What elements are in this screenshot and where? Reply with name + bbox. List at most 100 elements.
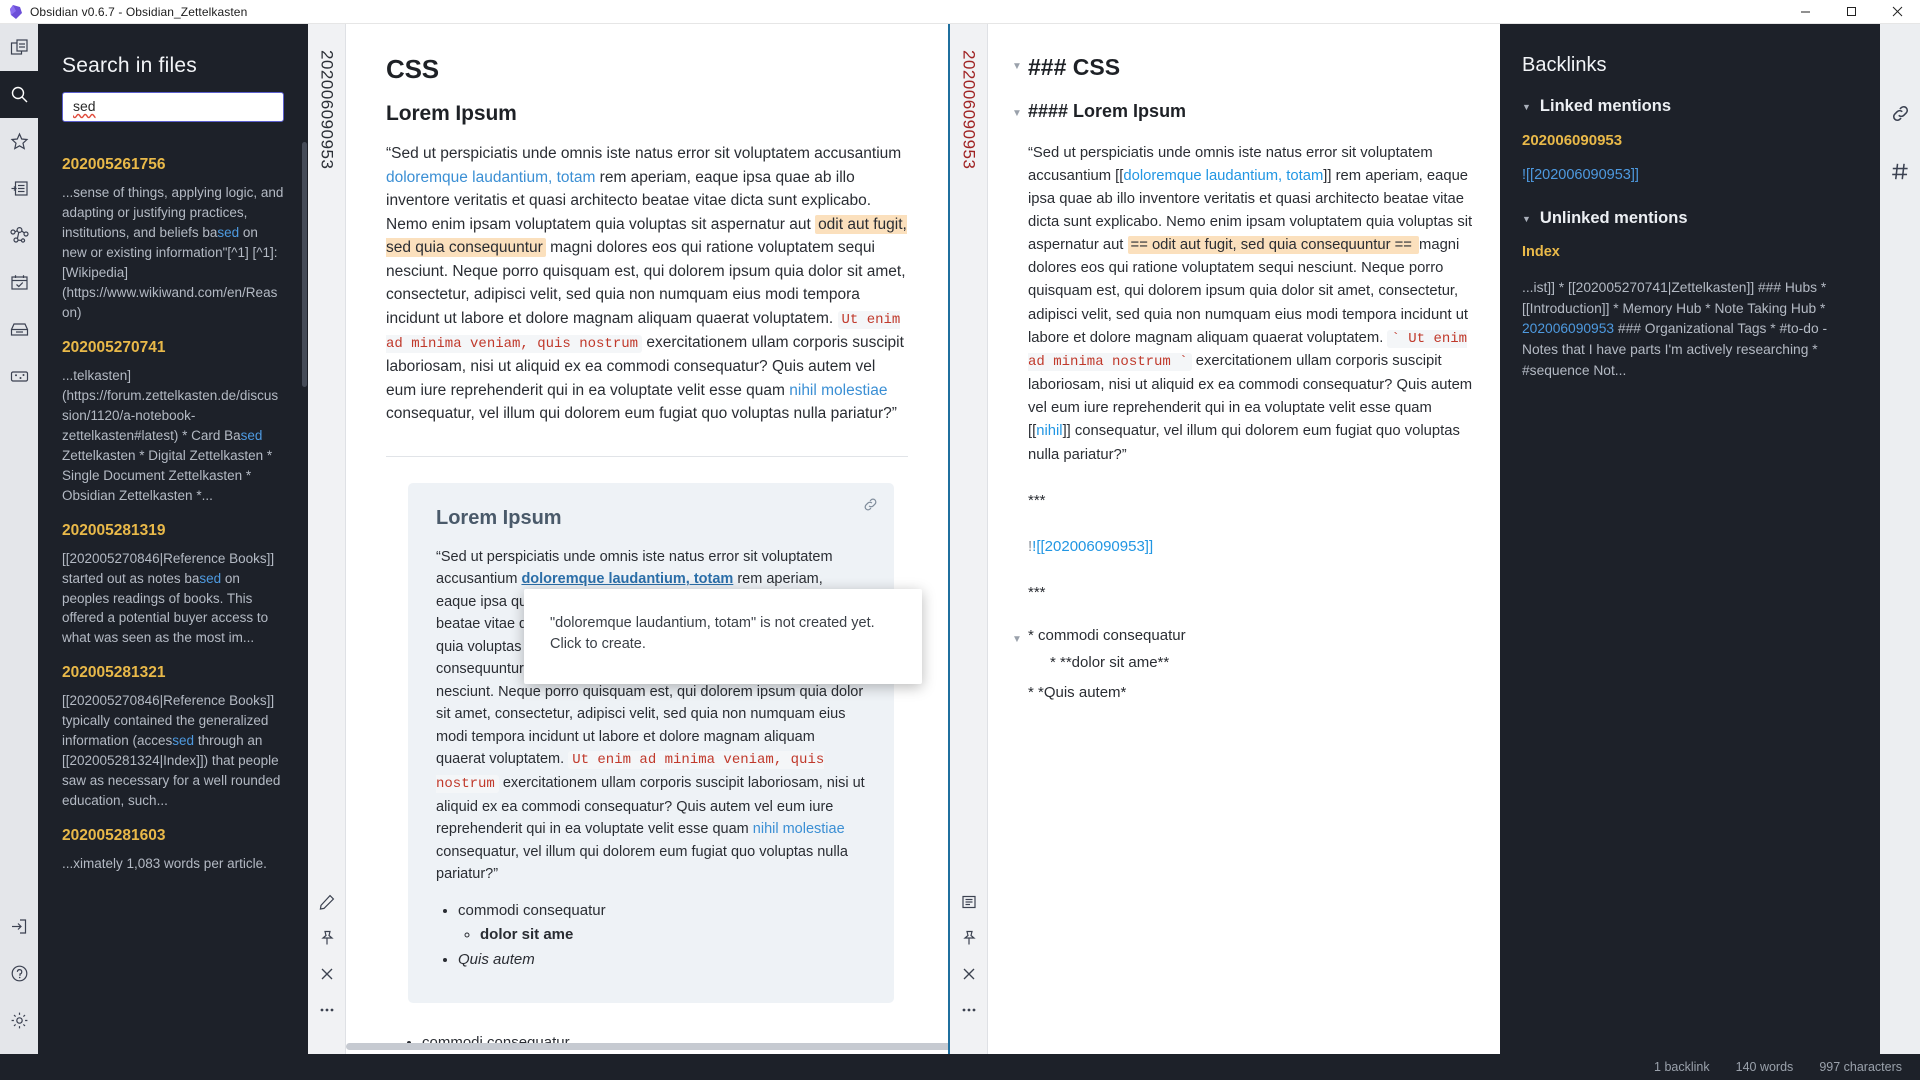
left-icon-rail — [0, 24, 38, 1054]
help-icon[interactable] — [0, 950, 38, 997]
internal-link[interactable]: doloremque laudantium, totam — [386, 169, 595, 186]
pin-icon[interactable] — [954, 920, 984, 956]
linked-mentions-header[interactable]: ▼ Linked mentions — [1522, 97, 1858, 116]
source-tab-bar: 202006090953 — [950, 24, 988, 1054]
search-sidebar: Search in files sed 202005261756 ...sens… — [38, 24, 308, 1054]
internal-link[interactable]: nihil molestiae — [789, 382, 887, 399]
para-seg5: consequatur, vel illum qui dolorem eum f… — [386, 405, 897, 423]
list-item: commodi consequatur dolor sit ame — [458, 899, 866, 946]
result-snippet: [[202005270846|Reference Books]] typical… — [62, 691, 284, 811]
result-file-name[interactable]: 202005281319 — [62, 522, 284, 540]
embedded-note-card[interactable]: Lorem Ipsum “Sed ut perspiciatis unde om… — [408, 483, 894, 1004]
fold-arrow-icon[interactable]: ▼ — [1006, 54, 1028, 72]
search-result-item[interactable]: 202005281321 [[202005270846|Reference Bo… — [62, 664, 284, 811]
source-list-item-2: * **dolor sit ame** — [1050, 653, 1170, 671]
result-snippet: ...sense of things, applying logic, and … — [62, 183, 284, 323]
caret-down-icon: ▼ — [1522, 101, 1531, 112]
rail-top-group — [0, 24, 38, 400]
close-icon[interactable] — [954, 956, 984, 992]
sidebar-scrollbar[interactable] — [302, 142, 307, 387]
note-heading-lorem: Lorem Ipsum — [386, 102, 517, 125]
snippet-pre: [[202005270846|Reference Books]] started… — [62, 550, 275, 586]
internal-link[interactable]: doloremque laudantium, totam — [521, 571, 733, 587]
more-options-icon[interactable] — [312, 992, 342, 1028]
edit-pencil-icon[interactable] — [312, 884, 342, 920]
snippet-pre: ...ximately 1,083 words per article. — [62, 856, 267, 872]
internal-link[interactable]: nihil — [1036, 423, 1062, 439]
result-file-name[interactable]: 202005270741 — [62, 339, 284, 357]
minimize-button[interactable] — [1782, 0, 1828, 23]
search-input[interactable]: sed — [62, 92, 284, 122]
source-content[interactable]: ▼ ### CSS ▼ #### Lorem Ipsum “Sed ut per… — [988, 24, 1500, 1054]
file-explorer-icon[interactable] — [0, 24, 38, 71]
editor-pane: 202006090953 CSS Lorem Ipsum “Sed ut per… — [308, 24, 948, 1054]
list-item-label: Quis autem — [458, 950, 535, 968]
snippet-hit: sed — [199, 570, 222, 586]
close-icon[interactable] — [312, 956, 342, 992]
internal-link[interactable]: doloremque laudantium, totam — [1123, 168, 1323, 184]
internal-link[interactable]: nihil molestiae — [753, 821, 845, 837]
char-count: 997 characters — [1819, 1060, 1902, 1074]
maximize-button[interactable] — [1828, 0, 1874, 23]
search-result-item[interactable]: 202005270741 ...telkasten] (https://foru… — [62, 339, 284, 506]
result-file-name[interactable]: 202005281603 — [62, 827, 284, 845]
result-file-name[interactable]: 202005261756 — [62, 156, 284, 174]
settings-icon[interactable] — [0, 997, 38, 1044]
star-icon[interactable] — [0, 118, 38, 165]
markdown-source: ▼ ### CSS ▼ #### Lorem Ipsum “Sed ut per… — [988, 24, 1500, 705]
editor-content[interactable]: CSS Lorem Ipsum “Sed ut perspiciatis und… — [346, 24, 948, 1054]
source-h4: #### Lorem Ipsum — [1028, 101, 1187, 121]
sidebar-title: Search in files — [62, 54, 197, 77]
para-seg1: “Sed ut perspiciatis unde omnis iste nat… — [386, 145, 902, 162]
tooltip-line-1: "doloremque laudantium, totam" is not cr… — [550, 615, 875, 631]
unlinked-mention-file[interactable]: Index — [1522, 244, 1858, 260]
outline-icon[interactable] — [0, 165, 38, 212]
random-note-icon[interactable] — [0, 353, 38, 400]
result-snippet: [[202005270846|Reference Books]] started… — [62, 549, 284, 649]
source-heading-row: ▼ ### CSS — [1006, 54, 1474, 81]
search-result-item[interactable]: 202005261756 ...sense of things, applyin… — [62, 156, 284, 323]
linked-mentions-label: Linked mentions — [1539, 97, 1672, 115]
list-item: Quis autem — [458, 948, 866, 971]
list-item: dolor sit ame — [480, 923, 866, 946]
snippet-hit: sed — [172, 733, 195, 749]
fold-arrow-icon[interactable]: ▼ — [1006, 627, 1028, 645]
more-options-icon[interactable] — [954, 992, 984, 1028]
source-tab-title[interactable]: 202006090953 — [959, 50, 979, 169]
window-title: Obsidian v0.6.7 - Obsidian_Zettelkasten — [30, 4, 248, 19]
close-button[interactable] — [1874, 0, 1920, 23]
editor-tab-title[interactable]: 202006090953 — [317, 50, 337, 169]
horizontal-rule — [386, 456, 908, 457]
tags-hash-icon[interactable] — [1880, 142, 1920, 200]
backlink-count: 1 backlink — [1654, 1060, 1710, 1074]
graph-icon[interactable] — [0, 212, 38, 259]
pin-icon[interactable] — [312, 920, 342, 956]
unlinked-mentions-header[interactable]: ▼ Unlinked mentions — [1522, 209, 1858, 228]
reading-view-icon[interactable] — [954, 884, 984, 920]
editor-tab-actions — [312, 884, 342, 1054]
tooltip-line-2[interactable]: Click to create. — [550, 634, 896, 655]
backlinks-link-icon[interactable] — [1880, 84, 1920, 142]
calendar-icon[interactable] — [0, 259, 38, 306]
window-controls — [1782, 0, 1920, 23]
search-result-item[interactable]: 202005281319 [[202005270846|Reference Bo… — [62, 522, 284, 649]
search-results-list[interactable]: 202005261756 ...sense of things, applyin… — [38, 132, 308, 1054]
embed-ref-text[interactable]: ![[202006090953]] — [1032, 538, 1153, 555]
open-vault-icon[interactable] — [0, 903, 38, 950]
snippet-hit: sed — [240, 427, 263, 443]
fold-arrow-icon[interactable]: ▼ — [1006, 101, 1028, 119]
source-list-row: ▼ * commodi consequatur — [1006, 627, 1474, 645]
list-item-label: dolor sit ame — [480, 925, 574, 943]
search-result-item[interactable]: 202005281603 ...ximately 1,083 words per… — [62, 827, 284, 874]
link-icon[interactable] — [863, 497, 878, 517]
embed-sub-list: dolor sit ame — [480, 923, 866, 946]
result-file-name[interactable]: 202005281321 — [62, 664, 284, 682]
search-icon[interactable] — [0, 71, 38, 118]
linked-mention-file[interactable]: 202006090953 — [1522, 132, 1858, 149]
snippet-pre: ...ist]] * [[202005270741|Zettelkasten]]… — [1522, 280, 1827, 316]
archive-icon[interactable] — [0, 306, 38, 353]
linked-mention-ref[interactable]: ![[202006090953]] — [1522, 167, 1858, 183]
source-tab-actions — [954, 884, 984, 1054]
editor-horizontal-scrollbar[interactable] — [346, 1043, 948, 1050]
sidebar-header: Search in files — [38, 24, 308, 78]
